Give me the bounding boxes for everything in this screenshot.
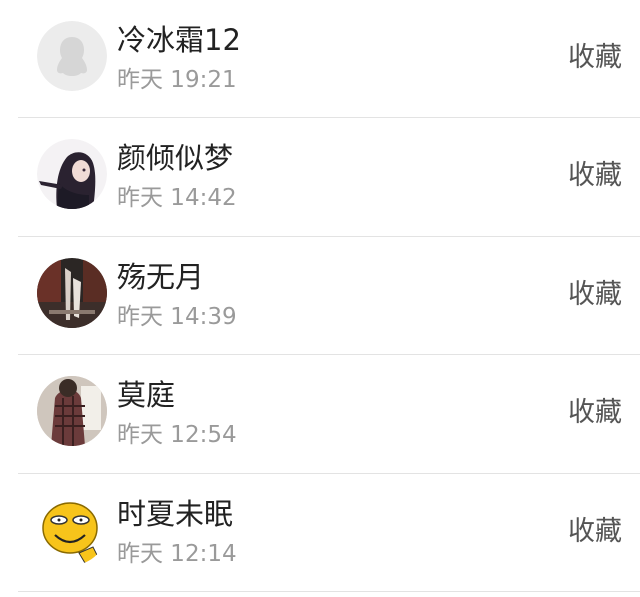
person-plaid-shirt-avatar-icon[interactable] — [37, 376, 107, 447]
user-name: 时夏未眠 — [117, 496, 234, 531]
default-penguin-avatar-icon[interactable] — [37, 21, 107, 91]
collect-button[interactable]: 收藏 — [568, 38, 622, 78]
timestamp: 昨天 12:14 — [117, 540, 237, 567]
anime-girl-avatar-icon[interactable] — [37, 139, 107, 210]
user-name: 颜倾似梦 — [117, 141, 234, 176]
user-name: 莫庭 — [117, 378, 176, 413]
list-item[interactable]: 殇无月 昨天 14:39 收藏 — [0, 237, 640, 356]
list-item[interactable]: 莫庭 昨天 12:54 收藏 — [0, 355, 640, 474]
timestamp: 昨天 14:42 — [117, 185, 237, 212]
collect-button[interactable]: 收藏 — [568, 275, 622, 315]
dark-scene-avatar-icon[interactable] — [37, 257, 107, 328]
collect-button[interactable]: 收藏 — [568, 393, 622, 433]
user-name: 冷冰霜12 — [117, 23, 241, 57]
collect-button[interactable]: 收藏 — [568, 512, 622, 552]
user-list: 冷冰霜12 昨天 19:21 收藏 颜倾似梦 昨天 14:42 收藏 殇无月 昨… — [0, 0, 640, 593]
user-name: 殇无月 — [117, 259, 205, 294]
list-item[interactable]: 颜倾似梦 昨天 14:42 收藏 — [0, 118, 640, 238]
list-item[interactable]: 时夏未眠 昨天 12:14 收藏 — [0, 474, 640, 593]
collect-button[interactable]: 收藏 — [568, 156, 622, 196]
smiley-face-avatar-icon[interactable] — [37, 494, 107, 565]
list-item[interactable]: 冷冰霜12 昨天 19:21 收藏 — [0, 0, 640, 119]
timestamp: 昨天 19:21 — [117, 67, 237, 93]
timestamp: 昨天 14:39 — [117, 303, 237, 330]
timestamp: 昨天 12:54 — [117, 422, 237, 449]
